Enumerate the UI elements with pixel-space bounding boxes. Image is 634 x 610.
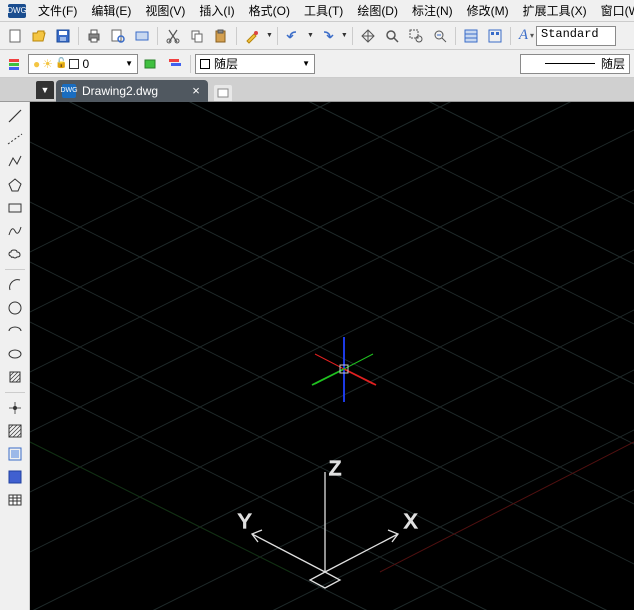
document-icon: DWG [62, 84, 76, 98]
menu-dimension[interactable]: 标注(N) [406, 0, 459, 21]
pan-button[interactable] [357, 25, 379, 47]
document-tab-bar: ▼ DWG Drawing2.dwg × [0, 78, 634, 102]
tab-add-button[interactable] [214, 85, 232, 101]
gradient-tool[interactable] [4, 444, 26, 464]
rectangle-tool[interactable] [4, 198, 26, 218]
menu-file[interactable]: 文件(F) [32, 0, 83, 21]
arc-tool[interactable] [4, 275, 26, 295]
linetype-dropdown[interactable]: 随层 [520, 54, 630, 74]
save-button[interactable] [52, 25, 74, 47]
insert-block-tool[interactable] [4, 367, 26, 387]
layer-previous-button[interactable] [140, 53, 162, 75]
zoom-realtime-button[interactable] [381, 25, 403, 47]
dropdown-arrow-icon[interactable]: ▼ [341, 32, 348, 39]
hatch-tool[interactable] [4, 421, 26, 441]
linetype-preview-icon [545, 63, 595, 64]
point-tool[interactable] [4, 398, 26, 418]
svg-text:Z: Z [329, 458, 341, 480]
dropdown-arrow-icon[interactable]: ▼ [266, 32, 273, 39]
color-swatch-icon [200, 59, 210, 69]
zoom-window-button[interactable] [405, 25, 427, 47]
paste-button[interactable] [210, 25, 232, 47]
tab-home-button[interactable]: ▼ [36, 81, 54, 99]
redo-button[interactable] [316, 25, 338, 47]
region-tool[interactable] [4, 467, 26, 487]
app-logo-icon: DWG [8, 4, 26, 18]
dropdown-arrow-icon[interactable]: ▼ [307, 32, 314, 39]
layer-name-label: 0 [82, 57, 89, 71]
tab-close-button[interactable]: × [188, 83, 204, 99]
spline-tool[interactable] [4, 221, 26, 241]
print-preview-button[interactable] [107, 25, 129, 47]
menu-extension[interactable]: 扩展工具(X) [517, 0, 593, 21]
document-tab[interactable]: DWG Drawing2.dwg × [56, 80, 208, 102]
ellipse-arc-tool[interactable] [4, 321, 26, 341]
menu-draw[interactable]: 绘图(D) [351, 0, 404, 21]
properties-button[interactable] [460, 25, 482, 47]
lightbulb-icon: ● [33, 57, 40, 71]
polygon-tool[interactable] [4, 175, 26, 195]
textstyle-dropdown[interactable]: Standard [536, 26, 616, 46]
menu-insert[interactable]: 插入(I) [193, 0, 240, 21]
layer-states-button[interactable] [164, 53, 186, 75]
circle-tool[interactable] [4, 298, 26, 318]
linetype-label: 随层 [601, 55, 625, 72]
color-swatch-icon [69, 59, 79, 69]
revcloud-tool[interactable] [4, 244, 26, 264]
construction-line-tool[interactable] [4, 129, 26, 149]
svg-text:Y: Y [238, 511, 251, 533]
match-properties-button[interactable] [241, 25, 263, 47]
design-center-button[interactable] [484, 25, 506, 47]
undo-button[interactable] [282, 25, 304, 47]
lock-icon: 🔓 [55, 58, 67, 69]
open-button[interactable] [28, 25, 50, 47]
plot-button[interactable] [131, 25, 153, 47]
menu-format[interactable]: 格式(O) [243, 0, 296, 21]
cut-button[interactable] [162, 25, 184, 47]
layer-dropdown[interactable]: ● ☀ 🔓 0 ▼ [28, 54, 138, 74]
toolbar-main: ▼ ▼ ▼ A ▾ Standard [0, 22, 634, 50]
textstyle-icon: A [519, 27, 528, 44]
draw-toolbar [0, 102, 30, 610]
menu-view[interactable]: 视图(V) [139, 0, 191, 21]
print-button[interactable] [83, 25, 105, 47]
table-tool[interactable] [4, 490, 26, 510]
main-area: Z Y X [0, 102, 634, 610]
svg-text:X: X [404, 511, 417, 533]
color-label: 随层 [214, 55, 238, 72]
color-dropdown[interactable]: 随层 ▼ [195, 54, 315, 74]
menu-modify[interactable]: 修改(M) [461, 0, 515, 21]
polyline-tool[interactable] [4, 152, 26, 172]
menu-tools[interactable]: 工具(T) [298, 0, 349, 21]
layer-properties-button[interactable] [4, 53, 26, 75]
zoom-previous-button[interactable] [429, 25, 451, 47]
drawing-canvas[interactable]: Z Y X [30, 102, 634, 610]
toolbar-layers: ● ☀ 🔓 0 ▼ 随层 ▼ 随层 [0, 50, 634, 78]
menu-bar: DWG 文件(F) 编辑(E) 视图(V) 插入(I) 格式(O) 工具(T) … [0, 0, 634, 22]
document-tab-label: Drawing2.dwg [82, 84, 182, 98]
line-tool[interactable] [4, 106, 26, 126]
menu-edit[interactable]: 编辑(E) [85, 0, 137, 21]
sun-icon: ☀ [42, 57, 53, 71]
copy-button[interactable] [186, 25, 208, 47]
ellipse-tool[interactable] [4, 344, 26, 364]
menu-window[interactable]: 窗口(W [595, 0, 634, 21]
new-button[interactable] [4, 25, 26, 47]
